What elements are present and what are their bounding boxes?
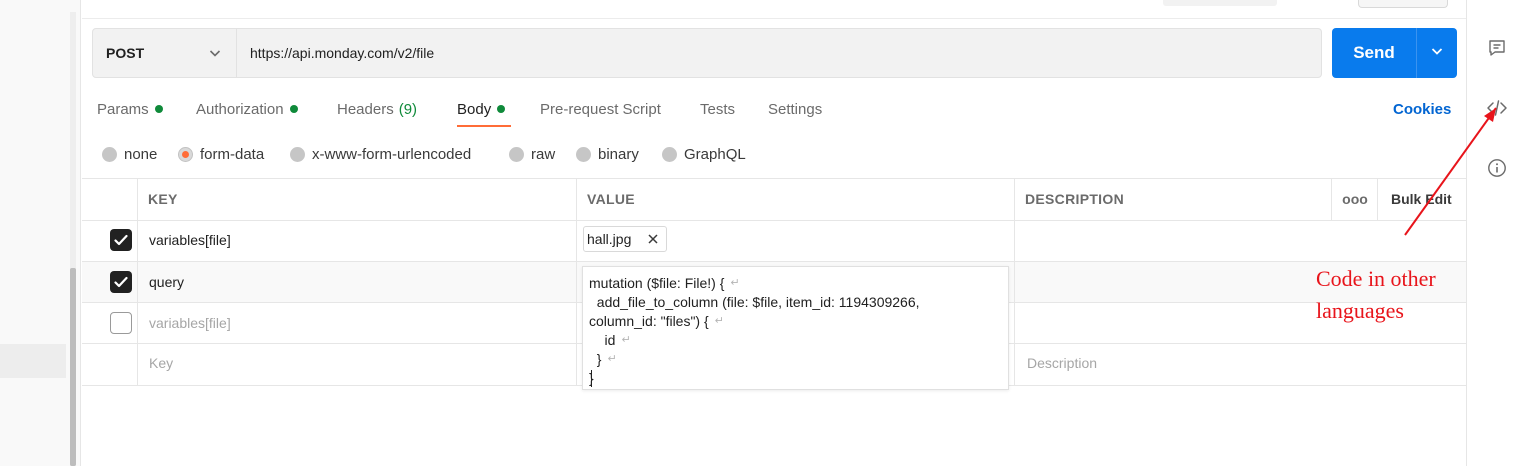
text-caret [591, 370, 592, 387]
left-sidebar-panel [0, 0, 81, 466]
row-checkbox-unchecked[interactable] [110, 312, 132, 334]
table-border [82, 261, 1466, 262]
column-header-key: KEY [148, 191, 178, 207]
newline-marker: ↵ [621, 334, 631, 346]
tab-label: Params [97, 100, 149, 118]
radio-raw[interactable]: raw [509, 144, 555, 164]
tab-authorization[interactable]: Authorization [196, 98, 298, 120]
header-divider [82, 18, 1466, 19]
tab-label: Headers [337, 100, 394, 118]
send-button-group: Send [1332, 28, 1457, 78]
radio-label: form-data [200, 145, 265, 163]
newline-marker: ↵ [714, 315, 724, 327]
tab-label: Tests [700, 100, 736, 118]
radio-circle [576, 146, 591, 162]
key-placeholder[interactable]: Key [149, 352, 173, 374]
radio-label: none [124, 145, 158, 163]
tab-label: Body [457, 100, 492, 118]
tab-label: Pre-request Script [540, 100, 661, 118]
query-value-editor[interactable]: mutation ($file: File!) {↵ add_file_to_c… [582, 266, 1009, 390]
headers-count: (9) [398, 100, 418, 118]
comments-icon[interactable] [1485, 36, 1509, 60]
file-chip: hall.jpg [583, 226, 667, 252]
annotation-line: languages [1316, 298, 1404, 323]
active-tab-indicator [457, 125, 511, 127]
postman-request-builder: POST https://api.monday.com/v2/file Send… [0, 0, 1527, 466]
tab-pre-request-script[interactable]: Pre-request Script [540, 98, 661, 120]
sidebar-scrollbar-thumb[interactable] [70, 268, 76, 466]
tab-tests[interactable]: Tests [700, 98, 735, 120]
method-select[interactable]: POST [92, 28, 237, 78]
tab-label: Authorization [196, 100, 284, 118]
editor-line: mutation ($file: File!) {↵ [589, 274, 740, 291]
radio-circle [102, 146, 117, 162]
table-border [1331, 178, 1332, 220]
radio-circle [509, 146, 524, 162]
annotation-arrow [1404, 107, 1497, 236]
editor-line: } ↵ [589, 350, 617, 367]
row-key[interactable]: variables[file] [149, 229, 231, 251]
table-border [1377, 178, 1378, 220]
tab-params[interactable]: Params [97, 98, 163, 120]
column-header-description: DESCRIPTION [1025, 191, 1124, 207]
radio-none[interactable]: none [102, 144, 157, 164]
table-border [576, 178, 577, 385]
send-options-button[interactable] [1417, 28, 1457, 78]
close-icon[interactable] [645, 231, 661, 247]
editor-line: id ↵ [589, 331, 631, 348]
radio-label: binary [598, 145, 639, 163]
method-label: POST [106, 45, 145, 61]
radio-circle [290, 146, 305, 162]
editor-line: add_file_to_column (file: $file, item_id… [589, 293, 920, 310]
radio-circle-selected [178, 146, 193, 162]
newline-marker: ↵ [607, 353, 617, 365]
table-border [82, 178, 1466, 179]
radio-label: x-www-form-urlencoded [312, 145, 472, 163]
row-checkbox-checked[interactable] [110, 271, 132, 293]
sidebar-selected-item[interactable] [0, 344, 66, 378]
status-dot [154, 105, 163, 113]
send-button[interactable]: Send [1332, 28, 1416, 78]
radio-form-data[interactable]: form-data [178, 144, 264, 164]
url-input[interactable]: https://api.monday.com/v2/file [250, 28, 434, 78]
tab-label: Settings [768, 100, 823, 118]
radio-label: raw [531, 145, 556, 163]
chevron-down-icon [208, 46, 222, 63]
radio-label: GraphQL [684, 145, 746, 163]
annotation-line: Code in other [1316, 266, 1436, 291]
newline-marker: ↵ [730, 277, 740, 289]
chevron-down-icon [1430, 44, 1444, 63]
description-placeholder[interactable]: Description [1027, 352, 1097, 374]
radio-binary[interactable]: binary [576, 144, 639, 164]
table-border [137, 178, 138, 385]
tab-headers[interactable]: Headers (9) [337, 98, 417, 120]
status-dot [497, 105, 506, 113]
radio-graphql[interactable]: GraphQL [662, 144, 746, 164]
tab-settings[interactable]: Settings [768, 98, 822, 120]
more-options-icon[interactable]: ooo [1338, 188, 1372, 210]
tab-body[interactable]: Body [457, 98, 506, 120]
row-key[interactable]: query [149, 271, 184, 293]
radio-circle [662, 146, 677, 162]
file-name: hall.jpg [587, 231, 632, 247]
column-header-value: VALUE [587, 191, 635, 207]
annotation-text: Code in other languages [1316, 263, 1466, 327]
radio-x-www-form-urlencoded[interactable]: x-www-form-urlencoded [290, 144, 471, 164]
table-border [1014, 178, 1015, 385]
row-checkbox-checked[interactable] [110, 229, 132, 251]
table-border [82, 220, 1466, 221]
header-button-fragment[interactable] [1358, 0, 1448, 8]
environment-selector-fragment[interactable] [1163, 0, 1277, 6]
status-dot [289, 105, 298, 113]
row-key[interactable]: variables[file] [149, 312, 231, 334]
editor-line: column_id: "files") {↵ [589, 312, 724, 329]
